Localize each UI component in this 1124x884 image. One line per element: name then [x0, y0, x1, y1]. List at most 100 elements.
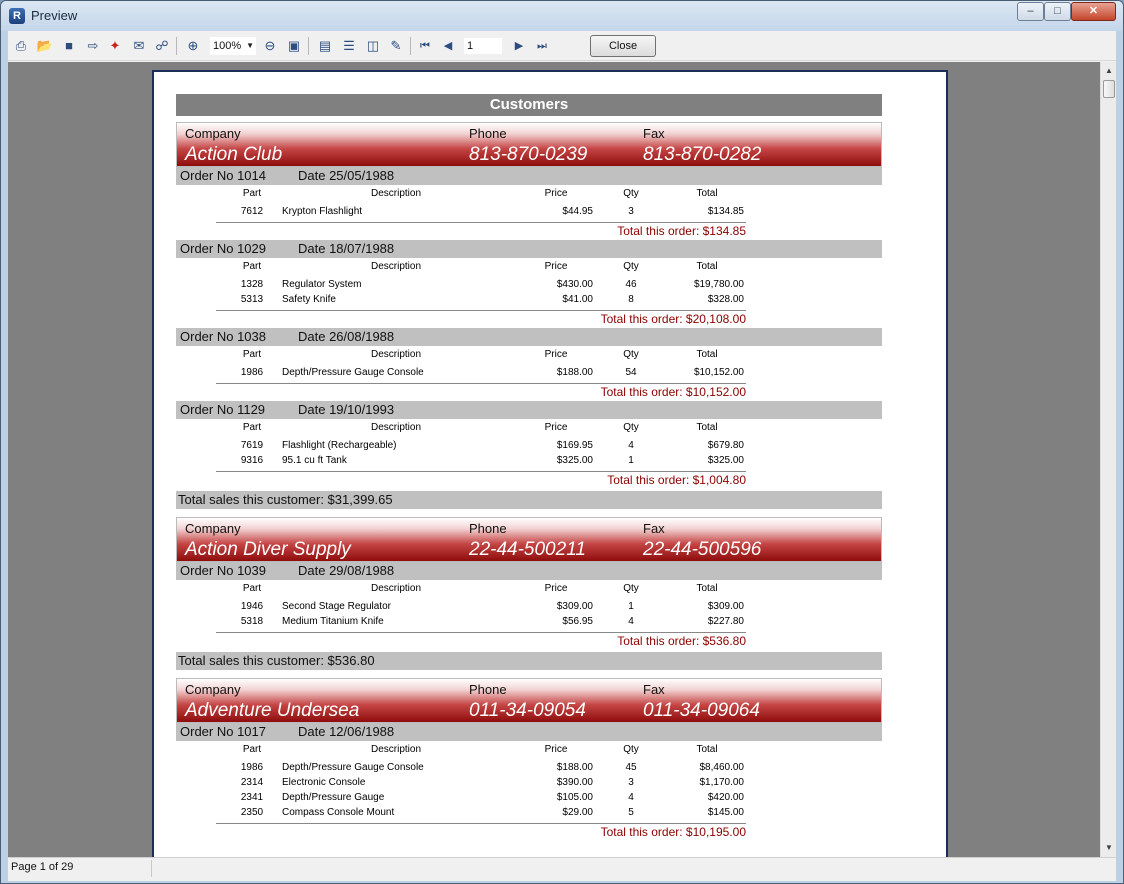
item-total: $134.85 — [707, 206, 744, 217]
item-price: $188.00 — [556, 762, 593, 773]
order-date: Date 25/05/1988 — [298, 168, 395, 183]
save-icon[interactable]: ■ — [60, 37, 78, 55]
company-name: Adventure Undersea — [185, 700, 360, 721]
item-qty: 45 — [625, 762, 637, 773]
pdf-icon[interactable]: ✦ — [106, 37, 124, 55]
zoom-out-icon[interactable]: ⊖ — [261, 37, 279, 55]
toolbar: ⎙ 📂 ■ ⇨ ✦ ✉ ☍ ⊕ 100% ▼ ⊖ ▣ ▤ ☰ ◫ ✎ ⏮ ◀ 1… — [8, 31, 1116, 61]
total-column-header: Total — [696, 261, 718, 272]
order-number: Order No 1029 — [180, 241, 266, 256]
item-row: 5313 Safety Knife $41.00 8 $328.00 — [176, 293, 882, 307]
customer-total: Total sales this customer: $31,399.65 — [176, 491, 882, 509]
page-setup-icon[interactable]: ▤ — [316, 37, 334, 55]
part-column-header: Part — [242, 422, 262, 433]
preview-area[interactable]: Customers Company Phone Fax Action Club 813-… — [8, 62, 1100, 857]
item-row: 1986 Depth/Pressure Gauge Console $188.00 4… — [176, 761, 882, 775]
item-price: $309.00 — [556, 601, 593, 612]
open-icon[interactable]: 📂 — [36, 37, 54, 55]
edit-icon[interactable]: ✎ — [387, 37, 405, 55]
company-label: Company — [185, 682, 241, 697]
item-qty: 3 — [628, 777, 634, 788]
item-total: $309.00 — [707, 601, 744, 612]
page-info: Page 1 of 29 — [11, 861, 74, 873]
order-total: Total this order: $10,152.00 — [600, 385, 746, 399]
export-icon[interactable]: ⇨ — [84, 37, 102, 55]
fax-label: Fax — [643, 126, 665, 141]
price-column-header: Price — [544, 349, 568, 360]
items-header: Part Description Price Qty Total — [176, 260, 882, 274]
find-icon[interactable]: ☍ — [153, 37, 171, 55]
vertical-scrollbar[interactable]: ▲ ▼ — [1100, 62, 1116, 857]
order-number: Order No 1017 — [180, 724, 266, 739]
company-phone: 813-870-0239 — [469, 144, 588, 165]
toolbar-separator — [176, 37, 177, 55]
price-column-header: Price — [544, 583, 568, 594]
customer-total: Total sales this customer: $536.80 — [176, 652, 882, 670]
window-title: Preview — [31, 8, 78, 23]
item-description: Krypton Flashlight — [282, 206, 363, 217]
fit-page-icon[interactable]: ▣ — [285, 37, 303, 55]
item-qty: 46 — [625, 279, 637, 290]
item-qty: 5 — [628, 807, 634, 818]
item-description: Flashlight (Rechargeable) — [282, 440, 397, 451]
maximize-button[interactable]: □ — [1044, 2, 1071, 21]
items-header: Part Description Price Qty Total — [176, 187, 882, 201]
prev-page-icon[interactable]: ◀ — [439, 37, 457, 55]
item-part: 7619 — [240, 440, 264, 451]
outline-icon[interactable]: ☰ — [340, 37, 358, 55]
order-header: Order No 1029 Date 18/07/1988 — [176, 240, 882, 258]
item-total: $8,460.00 — [699, 762, 745, 773]
item-qty: 1 — [628, 455, 634, 466]
scroll-down-icon[interactable]: ▼ — [1103, 841, 1115, 855]
description-column-header: Description — [370, 583, 422, 594]
total-column-header: Total — [696, 422, 718, 433]
item-description: Medium Titanium Knife — [282, 616, 384, 627]
company-label: Company — [185, 521, 241, 536]
toolbar-separator — [410, 37, 411, 55]
item-description: Safety Knife — [282, 294, 336, 305]
print-icon[interactable]: ⎙ — [12, 37, 30, 55]
total-column-header: Total — [696, 744, 718, 755]
item-row: 2350 Compass Console Mount $29.00 5 $145.00 — [176, 806, 882, 820]
item-price: $56.95 — [562, 616, 593, 627]
last-page-icon[interactable]: ⏭ — [533, 37, 551, 55]
thumbnails-icon[interactable]: ◫ — [364, 37, 382, 55]
order-date: Date 26/08/1988 — [298, 329, 395, 344]
zoom-in-icon[interactable]: ⊕ — [184, 37, 202, 55]
item-description: Compass Console Mount — [282, 807, 395, 818]
title-bar[interactable]: R Preview – □ ✕ — [1, 1, 1123, 31]
item-row: 7612 Krypton Flashlight $44.95 3 $134.85 — [176, 205, 882, 219]
page-number-input[interactable]: 1 — [463, 37, 503, 55]
item-price: $29.00 — [562, 807, 593, 818]
item-row: 7619 Flashlight (Rechargeable) $169.95 4 $67… — [176, 439, 882, 453]
item-row: 1328 Regulator System $430.00 46 $19,780.00 — [176, 278, 882, 292]
order-date: Date 29/08/1988 — [298, 563, 395, 578]
part-column-header: Part — [242, 583, 262, 594]
close-window-button[interactable]: ✕ — [1071, 2, 1116, 21]
order-number: Order No 1038 — [180, 329, 266, 344]
item-description: Depth/Pressure Gauge — [282, 792, 385, 803]
item-total: $227.80 — [707, 616, 744, 627]
close-button[interactable]: Close — [590, 35, 656, 57]
item-price: $325.00 — [556, 455, 593, 466]
scroll-thumb[interactable] — [1103, 80, 1115, 98]
zoom-select[interactable]: 100% ▼ — [209, 36, 257, 56]
report-page: Customers Company Phone Fax Action Club 813-… — [152, 70, 948, 857]
email-icon[interactable]: ✉ — [130, 37, 148, 55]
customer-header: Company Phone Fax Adventure Undersea 011-34-… — [176, 678, 882, 723]
item-description: Depth/Pressure Gauge Console — [282, 367, 424, 378]
next-page-icon[interactable]: ▶ — [510, 37, 528, 55]
order-total: Total this order: $536.80 — [617, 634, 746, 648]
scroll-up-icon[interactable]: ▲ — [1103, 64, 1115, 78]
description-column-header: Description — [370, 744, 422, 755]
minimize-button[interactable]: – — [1017, 2, 1044, 21]
order-date: Date 19/10/1993 — [298, 402, 395, 417]
item-row: 1986 Depth/Pressure Gauge Console $188.00 5… — [176, 366, 882, 380]
first-page-icon[interactable]: ⏮ — [416, 37, 434, 55]
total-column-header: Total — [696, 349, 718, 360]
company-name: Action Diver Supply — [185, 539, 351, 560]
status-bar: Page 1 of 29 — [8, 857, 1116, 878]
total-column-header: Total — [696, 583, 718, 594]
item-part: 5313 — [240, 294, 264, 305]
item-total: $679.80 — [707, 440, 744, 451]
